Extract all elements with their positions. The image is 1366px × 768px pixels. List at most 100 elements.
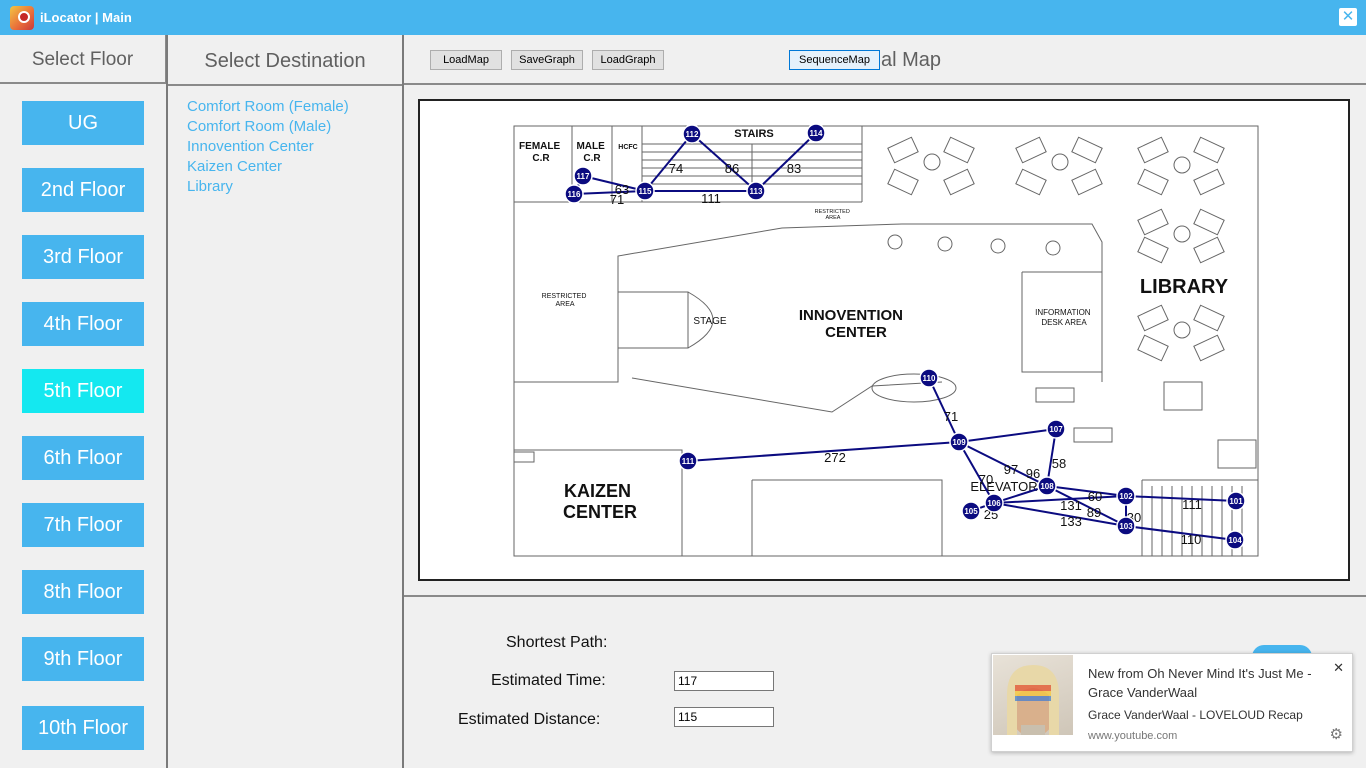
graph-node-104[interactable]: 104 xyxy=(1225,530,1245,550)
female-cr-label-line-1: FEMALE xyxy=(519,141,560,152)
graph-node-label: 116 xyxy=(568,190,581,199)
floor-panel: Select Floor UG 2nd Floor 3rd Floor 4th … xyxy=(0,35,168,768)
edge-weight-label: 70 xyxy=(979,472,993,487)
floor-button-10th[interactable]: 10th Floor xyxy=(22,706,144,750)
graph-node-label: 108 xyxy=(1040,482,1054,491)
graph-node-label: 113 xyxy=(750,187,763,196)
graph-node-label: 107 xyxy=(1049,425,1063,434)
restricted-area-top-line-2: AREA xyxy=(826,215,841,221)
graph-node-label: 104 xyxy=(1228,536,1242,545)
load-map-button[interactable]: LoadMap xyxy=(430,50,502,70)
graph-node-108[interactable]: 108 xyxy=(1037,476,1057,496)
graph-edge-weights: 74 86 836371 111712727097 96582560131 89 30133… xyxy=(610,161,1202,547)
floor-button-3rd[interactable]: 3rd Floor xyxy=(22,235,144,279)
estimated-distance-field[interactable] xyxy=(674,707,774,727)
graph-node-label: 103 xyxy=(1119,522,1133,531)
info-desk-line-1: INFORMATION xyxy=(1035,308,1091,317)
library-label: LIBRARY xyxy=(1140,276,1229,298)
save-graph-button[interactable]: SaveGraph xyxy=(511,50,583,70)
graph-node-label: 101 xyxy=(1229,497,1243,506)
hcfc-label: HCFC xyxy=(618,144,637,151)
info-desk-line-2: DESK AREA xyxy=(1041,318,1087,327)
graph-node-112[interactable]: 112 xyxy=(682,124,702,144)
destination-library[interactable]: Library xyxy=(187,177,349,197)
graph-node-117[interactable]: 117 xyxy=(573,166,593,186)
notification-subtitle: Grace VanderWaal - LOVELOUD Recap xyxy=(1088,708,1303,722)
restricted-area-top-label: RESTRICTED AREA xyxy=(815,209,852,221)
load-graph-button[interactable]: LoadGraph xyxy=(592,50,664,70)
floor-panel-header: Select Floor xyxy=(0,35,166,84)
edge-weight-label: 133 xyxy=(1060,514,1082,529)
estimated-distance-label: Estimated Distance: xyxy=(458,711,601,728)
graph-node-label: 105 xyxy=(964,507,978,516)
male-cr-label: MALE C.R xyxy=(576,141,607,164)
edge-weight-label: 86 xyxy=(725,161,739,176)
edge-weight-label: 111 xyxy=(1182,497,1202,512)
graph-nodes[interactable]: 117 112 114 116 115 113 110 109 107 111 106 105 108 1… xyxy=(564,123,1246,550)
floor-map-canvas[interactable]: FEMALE C.R MALE C.R HCFC STAIRS RESTRICT… xyxy=(420,101,1348,579)
graph-node-109[interactable]: 109 xyxy=(949,432,969,452)
floor-map[interactable]: FEMALE C.R MALE C.R HCFC STAIRS RESTRICT… xyxy=(418,99,1350,581)
floor-button-2nd[interactable]: 2nd Floor xyxy=(22,168,144,212)
restricted-area-left-line-2: AREA xyxy=(555,301,574,308)
info-desk-label: INFORMATION DESK AREA xyxy=(1035,308,1093,327)
floor-button-5th[interactable]: 5th Floor xyxy=(22,369,144,413)
notification-close-icon[interactable]: ✕ xyxy=(1333,660,1344,676)
female-cr-label: FEMALE C.R xyxy=(519,141,563,164)
notification-toast[interactable]: New from Oh Never Mind It's Just Me - Gr… xyxy=(991,653,1353,752)
edge-weight-label: 83 xyxy=(787,161,801,176)
graph-node-111[interactable]: 111 xyxy=(678,451,698,471)
graph-node-106[interactable]: 106 xyxy=(984,493,1004,513)
app-logo-icon xyxy=(10,6,34,30)
sequence-map-button[interactable]: SequenceMap xyxy=(789,50,880,70)
destination-panel-header: Select Destination xyxy=(168,35,402,86)
destination-kaizen-center[interactable]: Kaizen Center xyxy=(187,157,349,177)
graph-node-label: 111 xyxy=(682,457,695,466)
title-bar: iLocator | Main ✕ xyxy=(0,0,1366,35)
graph-node-102[interactable]: 102 xyxy=(1116,486,1136,506)
edge-weight-label: 58 xyxy=(1052,456,1066,471)
floor-button-ug[interactable]: UG xyxy=(22,101,144,145)
edge-weight-label: 96 xyxy=(1026,466,1040,481)
estimated-time-label: Estimated Time: xyxy=(491,672,606,689)
destination-comfort-room-male[interactable]: Comfort Room (Male) xyxy=(187,117,349,137)
floor-button-9th[interactable]: 9th Floor xyxy=(22,637,144,681)
graph-node-115[interactable]: 115 xyxy=(635,181,655,201)
map-toolbar: al Map LoadMap SaveGraph LoadGraph Seque… xyxy=(404,35,1366,85)
innovention-center-line-1: INNOVENTION xyxy=(799,307,903,324)
graph-node-116[interactable]: 116 xyxy=(564,184,584,204)
stairs-label: STAIRS xyxy=(734,128,774,140)
notification-settings-gear-icon[interactable]: ⚙ xyxy=(1330,725,1343,743)
graph-edge xyxy=(958,428,1057,443)
floor-button-4th[interactable]: 4th Floor xyxy=(22,302,144,346)
edge-weight-label: 97 xyxy=(1004,462,1018,477)
graph-node-105[interactable]: 105 xyxy=(961,501,981,521)
graph-node-113[interactable]: 113 xyxy=(746,181,766,201)
estimated-time-field[interactable] xyxy=(674,671,774,691)
edge-weight-label: 111 xyxy=(701,191,721,206)
edge-weight-label: 74 xyxy=(669,161,683,176)
graph-node-114[interactable]: 114 xyxy=(806,123,826,143)
graph-node-103[interactable]: 103 xyxy=(1116,516,1136,536)
close-window-button[interactable]: ✕ xyxy=(1339,8,1357,26)
shortest-path-label: Shortest Path: xyxy=(506,634,608,651)
floor-button-8th[interactable]: 8th Floor xyxy=(22,570,144,614)
destination-list: Comfort Room (Female) Comfort Room (Male… xyxy=(187,97,349,197)
kaizen-center-label: KAIZEN CENTER xyxy=(563,481,637,522)
destination-comfort-room-female[interactable]: Comfort Room (Female) xyxy=(187,97,349,117)
female-cr-label-line-2: C.R xyxy=(532,153,550,164)
graph-node-label: 102 xyxy=(1119,492,1133,501)
edge-weight-label: 131 xyxy=(1060,498,1082,513)
floor-button-6th[interactable]: 6th Floor xyxy=(22,436,144,480)
graph-node-101[interactable]: 101 xyxy=(1226,491,1246,511)
edge-weight-label: 60 xyxy=(1088,489,1102,504)
graph-edges xyxy=(573,132,1237,541)
notification-title: New from Oh Never Mind It's Just Me - Gr… xyxy=(1088,666,1312,700)
floor-button-7th[interactable]: 7th Floor xyxy=(22,503,144,547)
graph-node-label: 117 xyxy=(577,172,590,181)
male-cr-label-line-1: MALE xyxy=(576,141,605,152)
graph-node-110[interactable]: 110 xyxy=(919,368,939,388)
graph-node-107[interactable]: 107 xyxy=(1046,419,1066,439)
graph-node-label: 110 xyxy=(923,374,936,383)
destination-innovention-center[interactable]: Innovention Center xyxy=(187,137,349,157)
